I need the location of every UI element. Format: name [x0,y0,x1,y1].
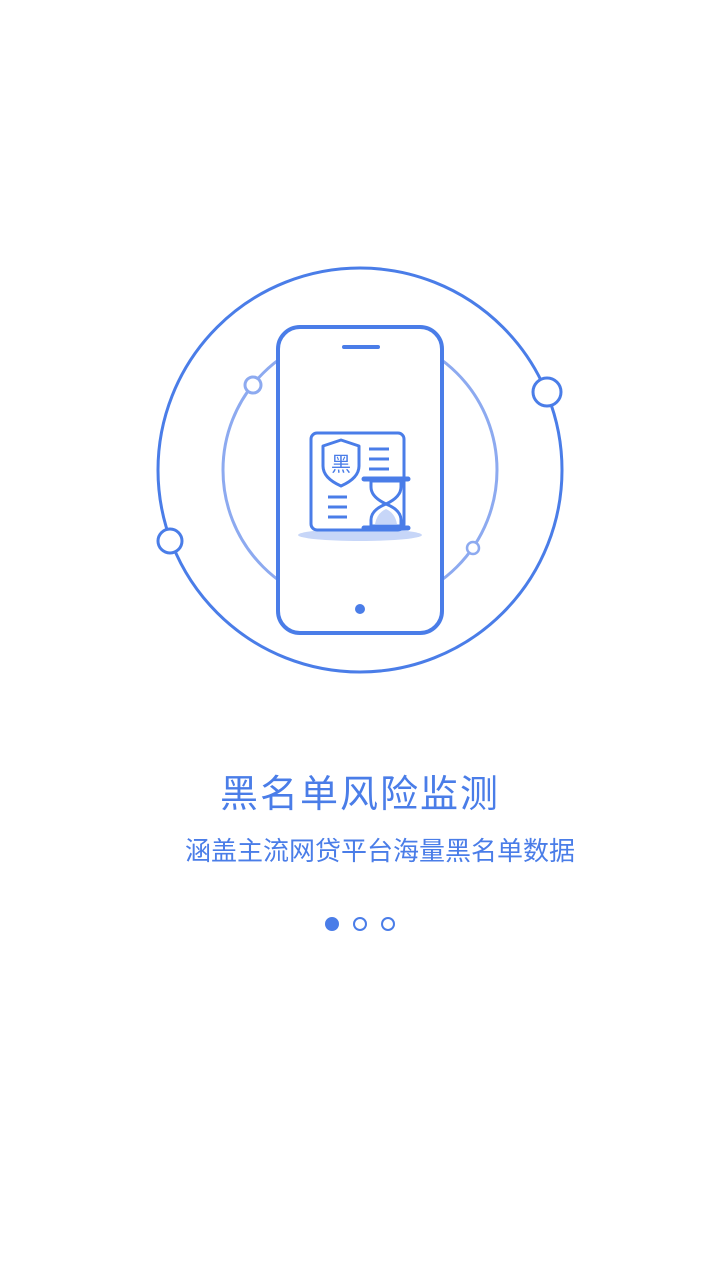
bubble-top-left [243,375,263,395]
onboarding-screen: 黑 黑名单风险监测 涵盖主流网贷平台海量黑名单数据 [0,0,720,1280]
page-dot-2[interactable] [353,917,367,931]
onboarding-title: 黑名单风险监测 [219,772,500,816]
shield-badge-char: 黑 [331,452,351,476]
bubble-bottom-right [465,540,481,556]
page-dot-3[interactable] [381,917,395,931]
onboarding-subtitle: 涵盖主流网贷平台海量黑名单数据 [184,837,575,867]
bubble-right [531,376,563,408]
page-dot-1[interactable] [325,917,339,931]
bubble-left [156,527,184,555]
shield-icon: 黑 [321,438,361,488]
onboarding-illustration: 黑 [156,266,564,674]
page-indicator [0,917,720,931]
